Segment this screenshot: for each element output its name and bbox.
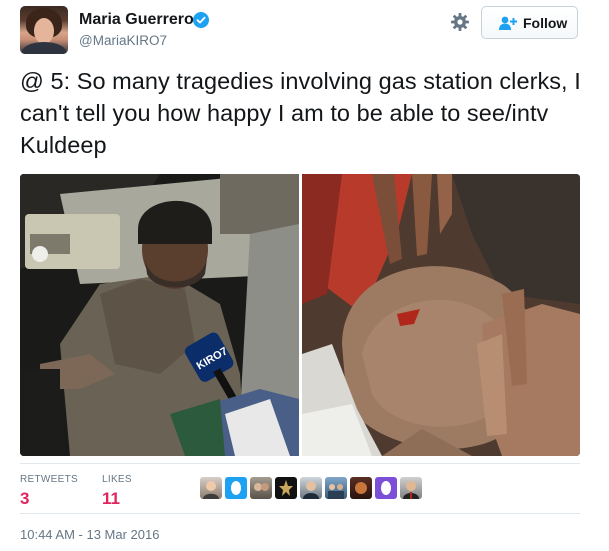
author-avatar[interactable] [20, 6, 68, 54]
follow-button[interactable]: Follow [481, 6, 578, 39]
footer-divider [20, 513, 580, 514]
avatar-face [34, 18, 54, 44]
follow-button-label: Follow [523, 15, 568, 31]
liker-avatar[interactable] [200, 477, 222, 499]
add-user-icon [498, 15, 518, 34]
liker-avatar[interactable] [375, 477, 397, 499]
liker-avatar[interactable] [350, 477, 372, 499]
media-photo-interview[interactable]: KIRO7 [20, 174, 299, 456]
media-container[interactable]: KIRO7 [20, 174, 580, 456]
engagement-bar: RETWEETS 3 LIKES 11 [20, 463, 580, 514]
avatar-shoulders [22, 42, 66, 54]
liker-avatar[interactable] [250, 477, 272, 499]
liker-avatar[interactable] [400, 477, 422, 499]
liker-avatar[interactable] [275, 477, 297, 499]
liker-avatar[interactable] [225, 477, 247, 499]
media-photo-injury[interactable] [302, 174, 580, 456]
likes-label[interactable]: LIKES [102, 474, 132, 485]
likes-count[interactable]: 11 [102, 489, 120, 509]
tweet-timestamp[interactable]: 10:44 AM - 13 Mar 2016 [20, 527, 159, 542]
verified-badge-icon [193, 12, 209, 28]
retweets-count[interactable]: 3 [20, 489, 29, 509]
liker-avatar[interactable] [300, 477, 322, 499]
retweets-label[interactable]: RETWEETS [20, 474, 78, 485]
gear-icon[interactable] [450, 12, 470, 32]
author-name[interactable]: Maria Guerrero [79, 11, 194, 29]
tweet-text: @ 5: So many tragedies involving gas sta… [20, 68, 581, 158]
author-handle[interactable]: @MariaKIRO7 [79, 33, 167, 48]
liker-avatar[interactable] [325, 477, 347, 499]
